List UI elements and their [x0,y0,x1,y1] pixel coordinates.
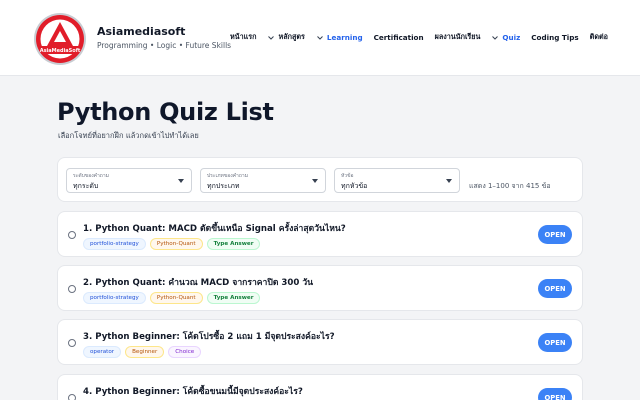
quiz-item[interactable]: 2. Python Quant: คำนวณ MACD จากราคาปิด 3… [57,265,583,311]
type-select-label: ประเภทของคำถาม [207,173,248,179]
caret-down-icon [312,179,318,183]
page-title: Python Quiz List [57,98,274,126]
site-header: AsiaMediaSoft Asiamediasoft Programming … [0,0,640,76]
nav-student-work-label: ผลงานนักเรียน [434,32,481,41]
quiz-title: 4. Python Beginner: โค้ดซื้อขนมนี้มีจุดป… [83,387,303,397]
nav-learning-label: Learning [326,33,363,42]
nav-courses-label: หลักสูตร [278,32,305,41]
tag-type: Type Answer [206,238,261,250]
nav-learning[interactable]: Learning [316,33,363,42]
quiz-tags: portfolio-strategy Python-Quant Type Ans… [83,238,261,250]
open-button[interactable]: OPEN [538,225,572,244]
nav-certification-label: Certification [373,33,424,42]
page-subtitle: เลือกโจทย์ที่อยากฝึก แล้วกดเข้าไปทำได้เล… [58,131,199,140]
quiz-title: 3. Python Beginner: โค้ดโปรซื้อ 2 แถม 1 … [83,332,335,342]
chevron-down-icon [317,35,323,40]
level-select-value: ทุกระดับ [73,182,99,190]
radio-button[interactable] [68,394,76,400]
radio-button[interactable] [68,285,76,293]
asiamediasoft-logo[interactable]: AsiaMediaSoft [33,12,87,66]
nav-courses[interactable]: หลักสูตร [267,32,305,43]
topic-select-value: ทุกหัวข้อ [341,182,368,190]
quiz-title: 1. Python Quant: MACD ตัดขึ้นเหนือ Signa… [83,224,346,234]
topic-select[interactable]: หัวข้อ ทุกหัวข้อ [334,168,460,193]
tag-category: Python-Quant [149,238,203,250]
nav-home[interactable]: หน้าแรก [230,32,257,43]
level-select[interactable]: ระดับของคำถาม ทุกระดับ [66,168,192,193]
topic-select-label: หัวข้อ [341,173,354,179]
nav-home-label: หน้าแรก [229,32,257,41]
main-nav: หน้าแรก หลักสูตร Learning Certification … [230,32,608,43]
quiz-tags: operator Beginner Choice [83,346,202,358]
type-select[interactable]: ประเภทของคำถาม ทุกประเภท [200,168,326,193]
nav-coding-tips-label: Coding Tips [531,33,579,42]
filter-bar: ระดับของคำถาม ทุกระดับ ประเภทของคำถาม ทุ… [57,157,583,202]
quiz-title: 2. Python Quant: คำนวณ MACD จากราคาปิด 3… [83,278,314,288]
tag-category: Python-Quant [149,292,203,304]
tag-category: Beginner [125,346,165,358]
level-select-label: ระดับของคำถาม [73,173,109,179]
nav-quiz-label: Quiz [502,33,521,42]
open-button[interactable]: OPEN [538,333,572,352]
nav-certification[interactable]: Certification [374,33,424,42]
quiz-item[interactable]: 4. Python Beginner: โค้ดซื้อขนมนี้มีจุดป… [57,374,583,400]
quiz-item[interactable]: 1. Python Quant: MACD ตัดขึ้นเหนือ Signa… [57,211,583,257]
brand-name[interactable]: Asiamediasoft [97,25,185,38]
nav-contact-label: ติดต่อ [589,32,608,41]
radio-button[interactable] [68,339,76,347]
quiz-item[interactable]: 3. Python Beginner: โค้ดโปรซื้อ 2 แถม 1 … [57,319,583,365]
caret-down-icon [178,179,184,183]
tag-type: Choice [168,346,202,358]
result-count: แสดง 1–100 จาก 415 ข้อ [469,182,551,190]
nav-student-work[interactable]: ผลงานนักเรียน [435,32,481,43]
chevron-down-icon [268,35,275,40]
brand-tagline: Programming • Logic • Future Skills [97,41,232,50]
tag-topic: operator [83,346,122,358]
tag-topic: portfolio-strategy [83,292,146,304]
nav-contact[interactable]: ติดต่อ [590,32,608,43]
open-button[interactable]: OPEN [538,279,572,298]
svg-text:AsiaMediaSoft: AsiaMediaSoft [40,48,81,54]
caret-down-icon [446,179,452,183]
tag-topic: portfolio-strategy [83,238,146,250]
tag-type: Type Answer [206,292,261,304]
quiz-tags: portfolio-strategy Python-Quant Type Ans… [83,292,261,304]
radio-button[interactable] [68,231,76,239]
type-select-value: ทุกประเภท [207,182,240,190]
nav-coding-tips[interactable]: Coding Tips [531,33,578,42]
chevron-down-icon [492,35,499,40]
open-button[interactable]: OPEN [538,388,572,400]
nav-quiz[interactable]: Quiz [491,33,520,42]
